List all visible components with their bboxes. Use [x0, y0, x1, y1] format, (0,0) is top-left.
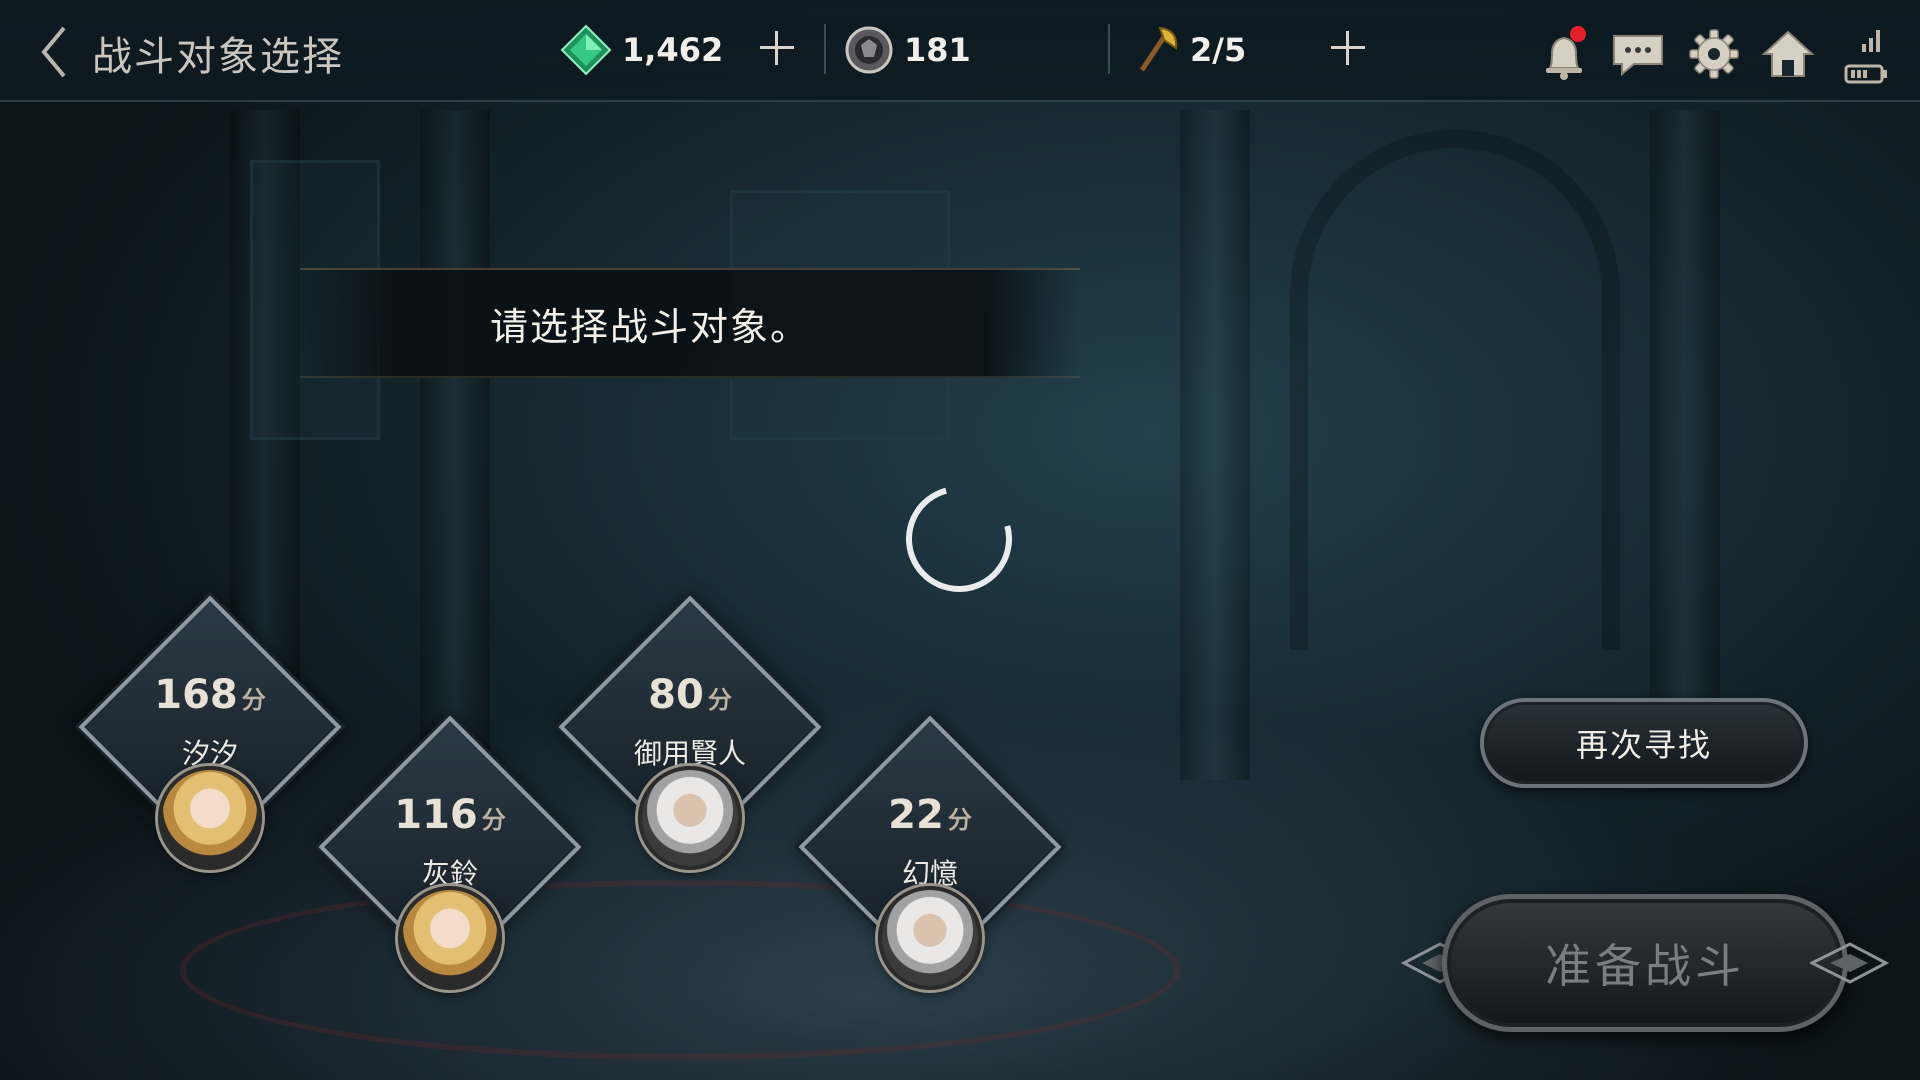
- ready-battle-label: 准备战斗: [1545, 939, 1745, 993]
- score-unit: 分: [241, 686, 266, 714]
- opponent-card[interactable]: 80 分 御用賢人: [558, 595, 835, 950]
- notification-button[interactable]: [1534, 24, 1594, 84]
- prompt-banner: 请选择战斗对象。: [300, 268, 1080, 378]
- score-value: 22: [888, 792, 944, 838]
- avatar: [398, 886, 502, 990]
- opponent-card[interactable]: 116 分 灰鈴: [318, 715, 595, 1070]
- score-value: 168: [154, 672, 238, 718]
- home-icon: [1761, 30, 1815, 77]
- avatar: [878, 886, 982, 990]
- medal-count: 181: [904, 31, 971, 69]
- score-unit: 分: [947, 806, 972, 834]
- search-again-button[interactable]: 再次寻找: [1480, 698, 1808, 788]
- prompt-text: 请选择战斗对象。: [489, 304, 810, 349]
- battery-indicator: [1842, 60, 1892, 90]
- opponent-score: 80 分: [565, 672, 815, 718]
- opponent-score: 116 分: [325, 792, 575, 838]
- chat-icon: [1613, 35, 1663, 77]
- background-pillar: [420, 110, 490, 780]
- opponent-score: 168 分: [85, 672, 335, 718]
- notification-dot: [1570, 26, 1586, 42]
- gem-counter: 1,462: [560, 22, 723, 78]
- avatar: [158, 766, 262, 870]
- back-button[interactable]: [36, 22, 76, 82]
- page-title: 战斗对象选择: [92, 34, 344, 80]
- opponent-card[interactable]: 168 分 汐汐: [78, 595, 355, 950]
- battery-icon: [1844, 64, 1887, 84]
- axe-icon: [1139, 26, 1178, 72]
- add-gems-button[interactable]: [755, 26, 799, 70]
- score-unit: 分: [481, 806, 506, 834]
- score-value: 116: [394, 792, 478, 838]
- score-value: 80: [648, 672, 704, 718]
- ticket-count: 2/5: [1190, 31, 1247, 69]
- back-icon: [41, 26, 66, 78]
- background-pillar: [1650, 110, 1720, 780]
- wing-ornament-right-icon: [1810, 942, 1890, 984]
- medal-icon: [845, 26, 893, 74]
- opponent-card[interactable]: 22 分 幻憶: [798, 715, 1075, 1070]
- settings-button[interactable]: [1684, 24, 1744, 84]
- chat-button[interactable]: [1608, 24, 1668, 84]
- avatar: [638, 766, 742, 870]
- ready-battle-button[interactable]: 准备战斗: [1442, 894, 1848, 1032]
- score-unit: 分: [707, 686, 732, 714]
- bell-icon: [1546, 26, 1586, 80]
- search-again-label: 再次寻找: [1575, 726, 1712, 764]
- divider: [1108, 24, 1110, 74]
- medal-counter: 181: [844, 22, 971, 78]
- gear-icon: [1689, 29, 1739, 79]
- divider: [824, 24, 826, 74]
- top-bar: 战斗对象选择 1,462 181 2/5: [0, 0, 1920, 102]
- background-pillar: [1180, 110, 1250, 780]
- loading-spinner: [886, 466, 1032, 612]
- gem-count: 1,462: [622, 31, 724, 69]
- gem-icon: [560, 24, 612, 76]
- add-tickets-button[interactable]: [1326, 26, 1370, 70]
- opponent-score: 22 分: [805, 792, 1055, 838]
- home-button[interactable]: [1758, 24, 1818, 84]
- ready-battle-area: 准备战斗: [1400, 890, 1890, 1040]
- ticket-counter: 2/5: [1132, 22, 1246, 78]
- background-arch: [1290, 130, 1620, 650]
